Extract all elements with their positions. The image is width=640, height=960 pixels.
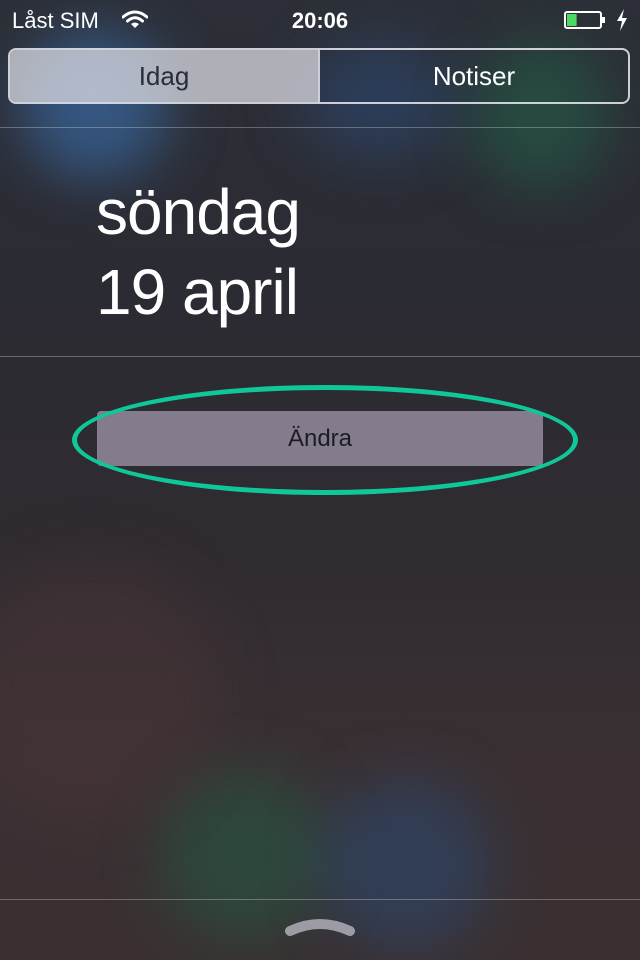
- notification-center: Låst SIM 20:06 Idag Notiser söndag 19 ap…: [0, 0, 640, 960]
- divider: [0, 127, 640, 128]
- view-tabs: Idag Notiser: [8, 48, 630, 104]
- battery-level-fill: [567, 14, 577, 26]
- divider: [0, 356, 640, 357]
- background-bokeh: [0, 560, 220, 820]
- clock: 20:06: [291, 8, 349, 33]
- battery-icon: [564, 11, 605, 29]
- date-label: 19 april: [96, 256, 299, 328]
- charging-bolt-icon: [617, 9, 627, 31]
- tab-today[interactable]: Idag: [10, 50, 318, 102]
- divider: [0, 899, 640, 900]
- background-bokeh: [160, 770, 330, 940]
- today-date: söndag 19 april: [96, 172, 301, 332]
- tab-notifications[interactable]: Notiser: [318, 50, 628, 102]
- chevron-up-handle-icon[interactable]: [284, 917, 356, 939]
- status-bar: Låst SIM 20:06: [0, 0, 640, 40]
- highlight-annotation: [72, 385, 578, 495]
- weekday-label: söndag: [96, 176, 301, 248]
